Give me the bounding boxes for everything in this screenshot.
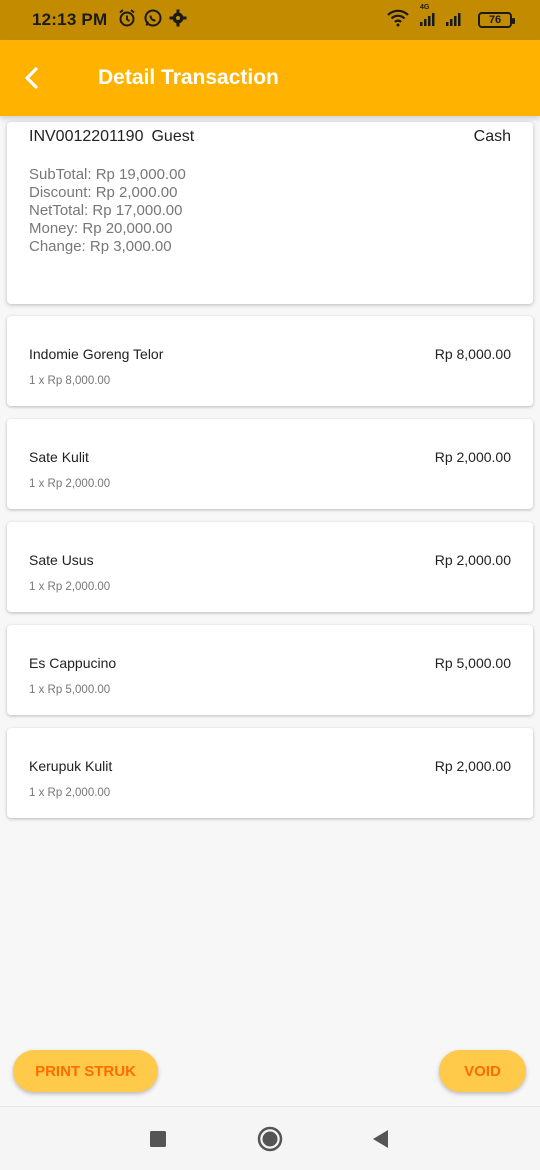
item-total: Rp 8,000.00 bbox=[434, 346, 511, 362]
status-time: 12:13 PM bbox=[32, 10, 108, 29]
item-detail: 1 x Rp 8,000.00 bbox=[29, 375, 111, 387]
item-name: Es Cappucino bbox=[29, 655, 117, 671]
app-bar: Detail Transaction bbox=[0, 40, 540, 116]
item-detail: 1 x Rp 2,000.00 bbox=[29, 478, 111, 490]
list-item[interactable]: Kerupuk Kulit Rp 2,000.00 1 x Rp 2,000.0… bbox=[7, 728, 533, 818]
customer-name: Guest bbox=[151, 128, 195, 145]
item-name: Indomie Goreng Telor bbox=[29, 346, 164, 362]
wifi-icon bbox=[386, 9, 410, 32]
discount-line: Discount: Rp 2,000.00 bbox=[29, 184, 178, 201]
signal-icon: 4G bbox=[418, 4, 470, 31]
gear-icon bbox=[169, 9, 187, 32]
status-bar: 12:13 PM 4G 76 bbox=[0, 0, 540, 40]
list-item[interactable]: Es Cappucino Rp 5,000.00 1 x Rp 5,000.00 bbox=[7, 625, 533, 715]
list-item[interactable]: Indomie Goreng Telor Rp 8,000.00 1 x Rp … bbox=[7, 316, 533, 406]
network-type-label: 4G bbox=[420, 3, 430, 11]
transaction-item-list: Indomie Goreng Telor Rp 8,000.00 1 x Rp … bbox=[7, 316, 533, 831]
item-total: Rp 2,000.00 bbox=[434, 449, 511, 465]
nettotal-line: NetTotal: Rp 17,000.00 bbox=[29, 202, 183, 219]
item-detail: 1 x Rp 5,000.00 bbox=[29, 684, 111, 696]
item-detail: 1 x Rp 2,000.00 bbox=[29, 787, 111, 799]
back-triangle-icon[interactable] bbox=[366, 1125, 394, 1153]
alarm-icon bbox=[117, 8, 137, 33]
list-item[interactable]: Sate Usus Rp 2,000.00 1 x Rp 2,000.00 bbox=[7, 522, 533, 612]
back-arrow-icon[interactable] bbox=[12, 58, 52, 98]
transaction-summary-card: INV0012201190 Guest Cash SubTotal: Rp 19… bbox=[7, 122, 533, 304]
subtotal-line: SubTotal: Rp 19,000.00 bbox=[29, 166, 186, 183]
list-item[interactable]: Sate Kulit Rp 2,000.00 1 x Rp 2,000.00 bbox=[7, 419, 533, 509]
home-icon[interactable] bbox=[256, 1125, 284, 1153]
print-struk-button[interactable]: PRINT STRUK bbox=[13, 1050, 158, 1092]
item-name: Sate Kulit bbox=[29, 449, 89, 465]
battery-icon: 76 bbox=[478, 12, 515, 28]
status-system-icons: 4G 76 bbox=[386, 4, 515, 32]
item-total: Rp 5,000.00 bbox=[434, 655, 511, 671]
status-notification-icons bbox=[117, 8, 187, 33]
void-button[interactable]: VOID bbox=[439, 1050, 526, 1092]
change-line: Change: Rp 3,000.00 bbox=[29, 238, 172, 255]
money-line: Money: Rp 20,000.00 bbox=[29, 220, 173, 237]
payment-method: Cash bbox=[473, 128, 511, 145]
system-navigation-bar bbox=[0, 1106, 540, 1170]
item-name: Kerupuk Kulit bbox=[29, 758, 113, 774]
battery-level: 76 bbox=[488, 14, 502, 26]
recent-apps-icon[interactable] bbox=[144, 1125, 172, 1153]
item-total: Rp 2,000.00 bbox=[434, 758, 511, 774]
item-name: Sate Usus bbox=[29, 552, 94, 568]
invoice-number: INV0012201190 bbox=[29, 128, 144, 145]
item-total: Rp 2,000.00 bbox=[434, 552, 511, 568]
page-title: Detail Transaction bbox=[98, 66, 279, 89]
whatsapp-icon bbox=[143, 8, 163, 33]
item-detail: 1 x Rp 2,000.00 bbox=[29, 581, 111, 593]
